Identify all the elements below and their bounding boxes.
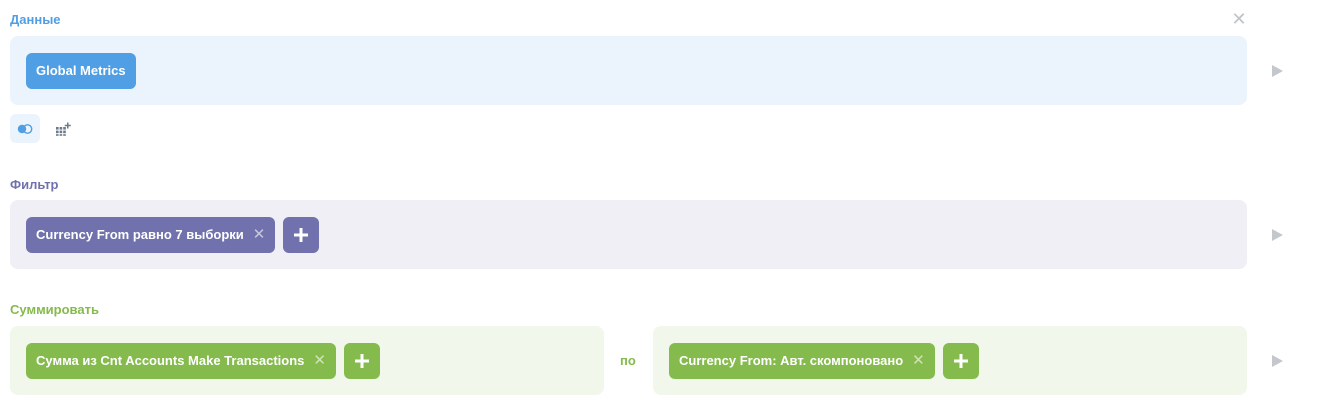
remove-breakout-icon[interactable]: ✕ bbox=[912, 353, 925, 368]
data-source-pill[interactable]: Global Metrics bbox=[26, 52, 136, 89]
add-column-icon bbox=[56, 122, 71, 136]
plus-icon bbox=[354, 353, 369, 368]
add-breakout-button[interactable] bbox=[942, 342, 979, 379]
metric-pill[interactable]: Сумма из Cnt Accounts Make Transactions … bbox=[26, 342, 336, 379]
filter-value: 7 выборки bbox=[175, 227, 244, 242]
filter-operator: равно bbox=[132, 227, 172, 242]
add-metric-button[interactable] bbox=[343, 342, 380, 379]
breakout-label: Currency From: Авт. скомпоновано bbox=[679, 353, 904, 368]
by-label: по bbox=[620, 353, 636, 368]
remove-metric-icon[interactable]: ✕ bbox=[313, 353, 326, 368]
play-icon[interactable] bbox=[1272, 355, 1283, 367]
filter-field: Currency From bbox=[36, 227, 130, 242]
filter-section-title: Фильтр bbox=[10, 177, 59, 192]
plus-icon bbox=[953, 353, 968, 368]
close-icon[interactable]: ✕ bbox=[1230, 10, 1248, 28]
summarize-section-title: Суммировать bbox=[10, 302, 99, 317]
custom-column-button[interactable] bbox=[48, 114, 78, 143]
join-icon bbox=[17, 123, 33, 134]
join-data-button[interactable] bbox=[10, 114, 40, 143]
metric-label: Сумма из Cnt Accounts Make Transactions bbox=[36, 353, 305, 368]
plus-icon bbox=[294, 227, 309, 242]
play-icon[interactable] bbox=[1272, 229, 1283, 241]
data-section-title: Данные bbox=[10, 12, 61, 27]
metrics-panel: Сумма из Cnt Accounts Make Transactions … bbox=[10, 326, 604, 395]
filter-step-panel: Currency From равно 7 выборки ✕ bbox=[10, 200, 1247, 269]
breakout-panel: Currency From: Авт. скомпоновано ✕ bbox=[653, 326, 1247, 395]
add-filter-button[interactable] bbox=[283, 216, 320, 253]
data-step-panel: Global Metrics bbox=[10, 36, 1247, 105]
play-icon[interactable] bbox=[1272, 65, 1283, 77]
remove-filter-icon[interactable]: ✕ bbox=[253, 227, 266, 242]
breakout-pill[interactable]: Currency From: Авт. скомпоновано ✕ bbox=[669, 342, 935, 379]
filter-pill[interactable]: Currency From равно 7 выборки ✕ bbox=[26, 216, 276, 253]
